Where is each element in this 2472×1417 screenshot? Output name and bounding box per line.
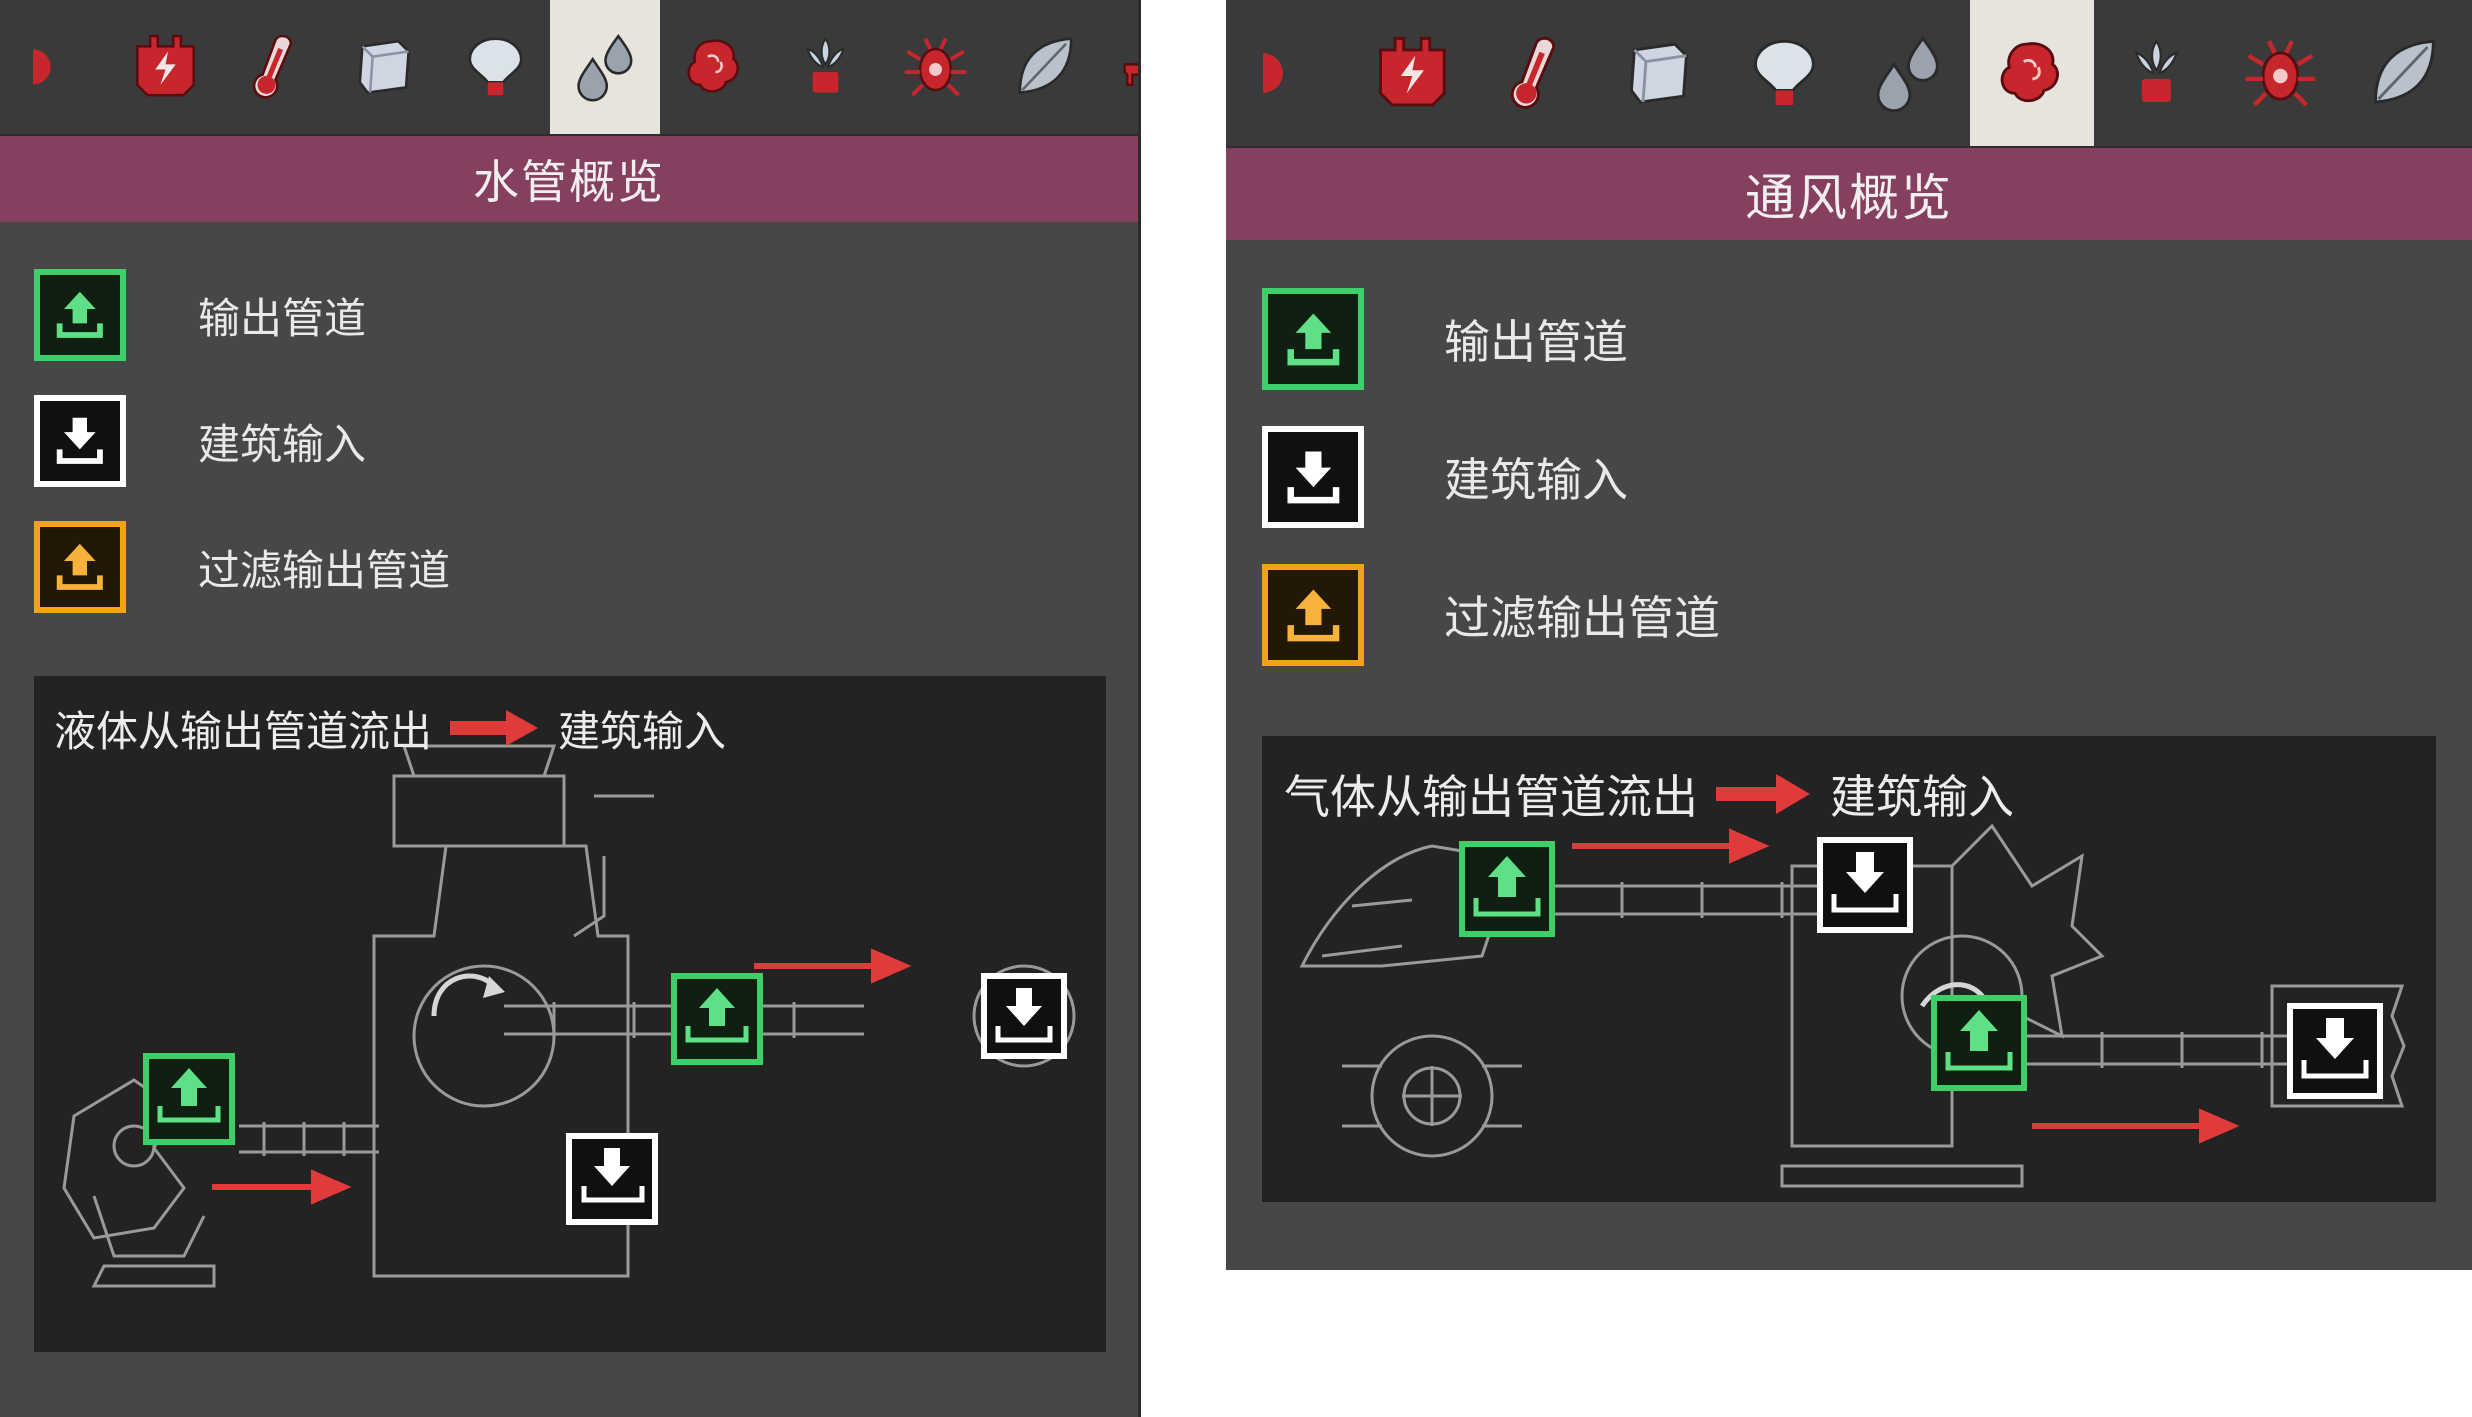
legend-label: 过滤输出管道 [1444, 591, 1720, 645]
germ-overlay-icon[interactable] [880, 0, 990, 134]
filtered-output-port-icon [1262, 564, 1364, 666]
ventilation-overlay-icon[interactable] [660, 0, 770, 134]
farming-overlay-icon[interactable] [2094, 0, 2218, 146]
caption-target-text: 建筑输入 [558, 706, 727, 756]
materials-overlay-icon[interactable] [1598, 0, 1722, 146]
overlay-toolbar [0, 0, 1138, 136]
legend: 输出管道 建筑输入 过滤输出管道 [1226, 270, 2472, 684]
flow-diagram: } 气体从输出管道流出 建筑输入 [1262, 736, 2436, 1202]
flow-arrow-icon [450, 710, 539, 746]
legend-label: 输出管道 [1444, 315, 1628, 369]
filtered-output-port-icon [34, 521, 126, 613]
input-port-icon [981, 973, 1067, 1059]
input-port-icon [2287, 1003, 2383, 1099]
caption-source-text: 气体从输出管道流出 [1284, 770, 1698, 824]
output-port-icon [1931, 995, 2027, 1091]
legend-item-building-input: 建筑输入 [1226, 408, 2472, 546]
overlay-toolbar [1226, 0, 2472, 148]
flow-arrow-icon [1716, 774, 1810, 814]
pipe-illustration [62, 744, 1076, 1288]
diagram-caption: 液体从输出管道流出 建筑输入 [54, 698, 726, 758]
output-port-icon [671, 973, 763, 1065]
oxygen-overlay-icon[interactable] [1226, 0, 1350, 146]
legend: 输出管道 建筑输入 过滤输出管道 [0, 252, 1138, 630]
ventilation-overlay-icon[interactable] [1970, 0, 2094, 146]
caption-target-text: 建筑输入 [1830, 770, 2014, 824]
overlay-title: 水管概览 [0, 136, 1138, 222]
room-overlay-icon[interactable] [1100, 0, 1138, 134]
plumbing-overlay-icon[interactable] [1846, 0, 1970, 146]
output-port-icon [1262, 288, 1364, 390]
farming-overlay-icon[interactable] [770, 0, 880, 134]
light-overlay-icon[interactable] [1722, 0, 1846, 146]
legend-item-output-pipe: 输出管道 [1226, 270, 2472, 408]
light-overlay-icon[interactable] [440, 0, 550, 134]
plumbing-overlay-panel: 水管概览 输出管道 建筑输入 过滤输出管道 液体从输出管道流出 建筑输入 [0, 0, 1141, 1417]
input-port-icon [34, 395, 126, 487]
legend-item-filtered-output: 过滤输出管道 [0, 504, 1138, 630]
plumbing-overlay-icon[interactable] [550, 0, 660, 134]
caption-source-text: 液体从输出管道流出 [54, 706, 433, 756]
oxygen-overlay-icon[interactable] [0, 0, 110, 134]
input-port-icon: } [1817, 837, 1913, 933]
legend-label: 输出管道 [198, 293, 367, 343]
legend-item-building-input: 建筑输入 [0, 378, 1138, 504]
legend-item-output-pipe: 输出管道 [0, 252, 1138, 378]
legend-label: 建筑输入 [198, 419, 367, 469]
input-port-icon [566, 1133, 658, 1225]
output-port-icon [143, 1053, 235, 1145]
materials-overlay-icon[interactable] [330, 0, 440, 134]
decor-overlay-icon[interactable] [990, 0, 1100, 134]
ventilation-overlay-panel: 通风概览 输出管道 建筑输入 过滤输出管道 气体从输出管道流出 建筑输入 [1226, 0, 2472, 1270]
input-port-icon [1262, 426, 1364, 528]
overlay-title: 通风概览 [1226, 148, 2472, 240]
decor-overlay-icon[interactable] [2342, 0, 2466, 146]
temperature-overlay-icon[interactable] [1474, 0, 1598, 146]
output-port-icon [34, 269, 126, 361]
power-overlay-icon[interactable] [1350, 0, 1474, 146]
output-port-icon [1459, 841, 1555, 937]
legend-label: 建筑输入 [1444, 453, 1628, 507]
diagram-caption: 气体从输出管道流出 建筑输入 [1284, 762, 2014, 826]
germ-overlay-icon[interactable] [2218, 0, 2342, 146]
power-overlay-icon[interactable] [110, 0, 220, 134]
flow-diagram: 液体从输出管道流出 建筑输入 [34, 676, 1106, 1352]
temperature-overlay-icon[interactable] [220, 0, 330, 134]
legend-label: 过滤输出管道 [198, 545, 451, 595]
legend-item-filtered-output: 过滤输出管道 [1226, 546, 2472, 684]
